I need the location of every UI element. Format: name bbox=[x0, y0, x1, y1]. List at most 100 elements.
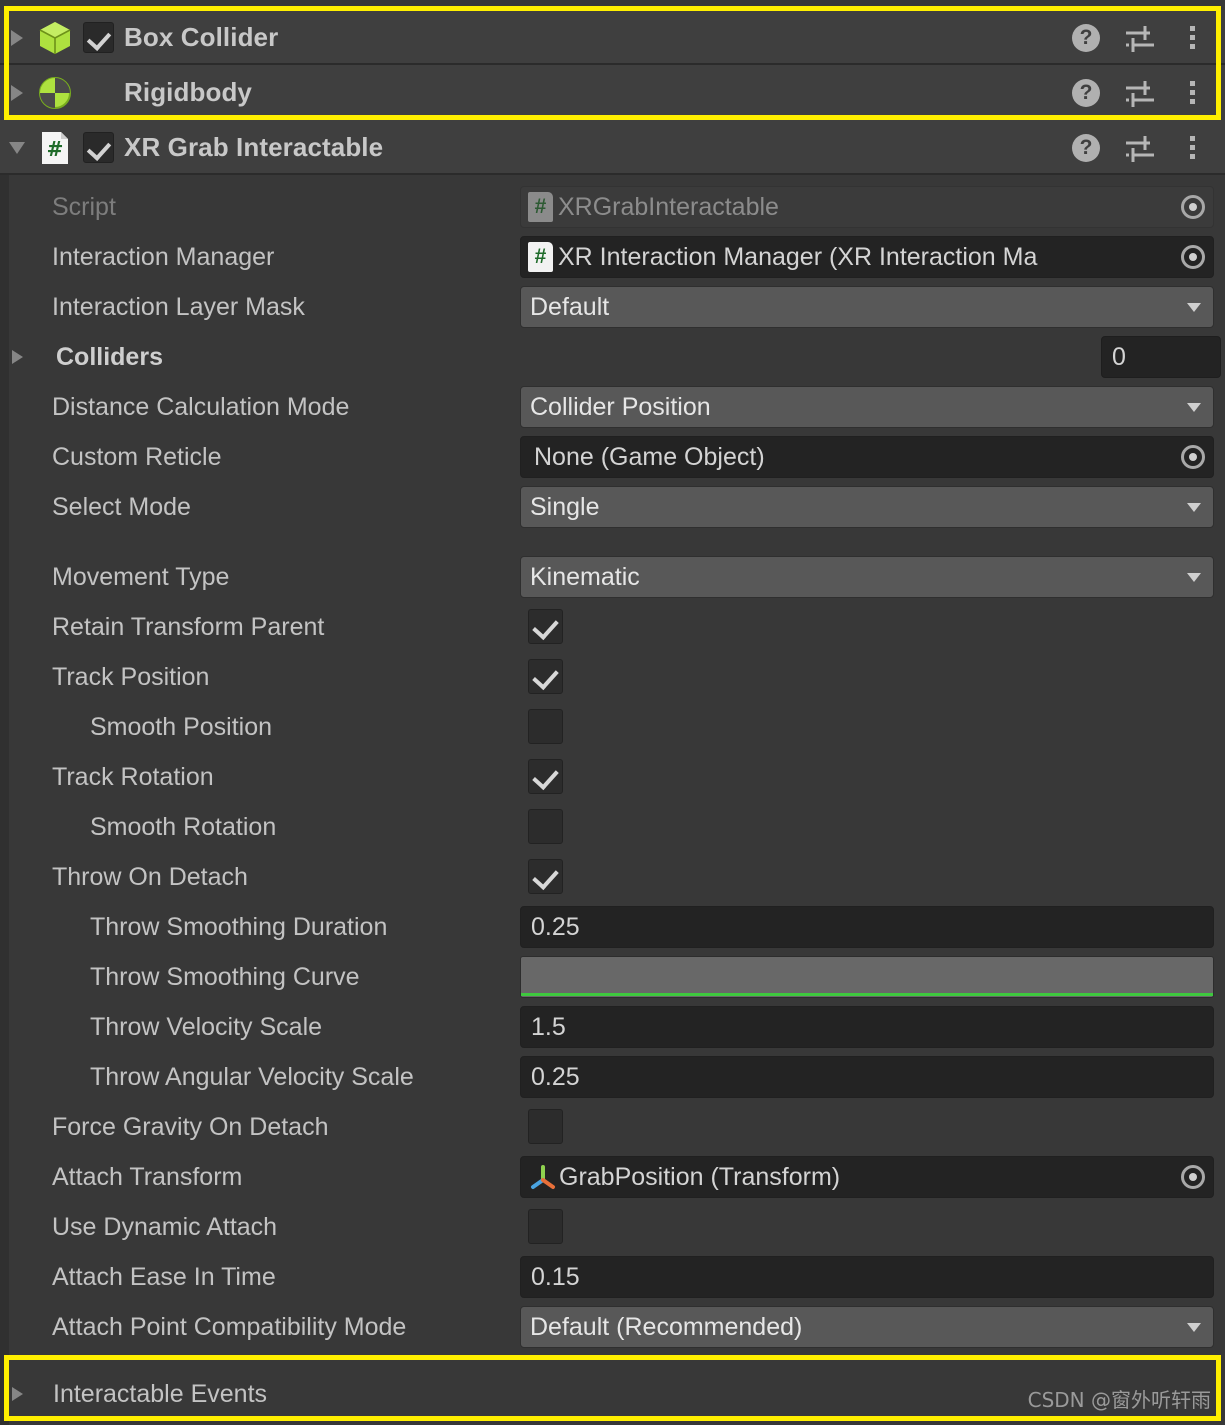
movement-type-dropdown[interactable]: Kinematic bbox=[520, 556, 1214, 598]
custom-reticle-field[interactable]: None (Game Object) bbox=[520, 436, 1214, 478]
property-label: Interaction Layer Mask bbox=[52, 292, 305, 321]
more-menu-icon[interactable] bbox=[1182, 79, 1203, 106]
select-mode-dropdown[interactable]: Single bbox=[520, 486, 1214, 528]
component-tools-rigidbody: ? bbox=[1072, 78, 1225, 108]
property-row-track-position: Track Position bbox=[9, 652, 1225, 702]
foldout-rigidbody[interactable] bbox=[0, 65, 34, 120]
unity-inspector-panel: Box Collider ? Rigidbody ? # XR Grab Int… bbox=[0, 0, 1225, 1425]
component-header-box-collider[interactable]: Box Collider ? bbox=[0, 10, 1225, 65]
property-row-custom-reticle: Custom Reticle None (Game Object) bbox=[9, 432, 1225, 482]
property-label: Attach Point Compatibility Mode bbox=[52, 1312, 407, 1341]
property-label: Throw On Detach bbox=[52, 862, 248, 891]
animation-curve-preview[interactable] bbox=[520, 956, 1214, 998]
track-rotation-checkbox[interactable] bbox=[528, 759, 563, 794]
more-menu-icon[interactable] bbox=[1182, 24, 1203, 51]
smooth-position-checkbox[interactable] bbox=[528, 709, 563, 744]
throw-smoothing-duration-input[interactable]: 0.25 bbox=[520, 906, 1214, 948]
distance-calculation-mode-dropdown[interactable]: Collider Position bbox=[520, 386, 1214, 428]
script-field-value: XRGrabInteractable bbox=[558, 192, 779, 221]
property-row-throw-smoothing-duration: Throw Smoothing Duration 0.25 bbox=[9, 902, 1225, 952]
chevron-down-icon bbox=[1187, 502, 1201, 512]
interaction-manager-field[interactable]: # XR Interaction Manager (XR Interaction… bbox=[520, 236, 1214, 278]
movement-type-value: Kinematic bbox=[530, 562, 640, 591]
box-collider-icon bbox=[34, 20, 76, 56]
throw-on-detach-checkbox[interactable] bbox=[528, 859, 563, 894]
interaction-layer-mask-dropdown[interactable]: Default bbox=[520, 286, 1214, 328]
property-label: Movement Type bbox=[52, 562, 230, 591]
property-label: Force Gravity On Detach bbox=[52, 1112, 329, 1141]
help-icon[interactable]: ? bbox=[1072, 78, 1100, 107]
object-picker-icon[interactable] bbox=[1175, 239, 1211, 275]
property-label: Use Dynamic Attach bbox=[52, 1212, 278, 1241]
property-label: Throw Smoothing Duration bbox=[90, 912, 388, 941]
property-row-distance-calculation-mode: Distance Calculation Mode Collider Posit… bbox=[9, 382, 1225, 432]
preset-icon[interactable] bbox=[1124, 23, 1158, 53]
script-field: # XRGrabInteractable bbox=[520, 186, 1214, 228]
property-row-retain-transform-parent: Retain Transform Parent bbox=[9, 602, 1225, 652]
throw-angular-velocity-scale-input[interactable]: 0.25 bbox=[520, 1056, 1214, 1098]
attach-transform-value: GrabPosition (Transform) bbox=[559, 1162, 841, 1191]
chevron-down-icon bbox=[1187, 302, 1201, 312]
csdn-watermark: CSDN @窗外听轩雨 bbox=[1027, 1388, 1211, 1412]
property-row-attach-transform: Attach Transform GrabPosition (Transform… bbox=[9, 1152, 1225, 1202]
property-row-movement-type: Movement Type Kinematic bbox=[9, 552, 1225, 602]
foldout-xr-grab-interactable[interactable] bbox=[0, 120, 34, 175]
property-label: Throw Velocity Scale bbox=[90, 1012, 323, 1041]
throw-smoothing-curve-field[interactable] bbox=[520, 956, 1214, 998]
attach-transform-field[interactable]: GrabPosition (Transform) bbox=[520, 1156, 1214, 1198]
preset-icon[interactable] bbox=[1124, 133, 1158, 163]
component-title: Rigidbody bbox=[124, 77, 252, 107]
property-label: Attach Transform bbox=[52, 1162, 243, 1191]
retain-transform-parent-checkbox[interactable] bbox=[528, 609, 563, 644]
force-gravity-on-detach-checkbox[interactable] bbox=[528, 1109, 563, 1144]
property-row-track-rotation: Track Rotation bbox=[9, 752, 1225, 802]
property-label: Track Rotation bbox=[52, 762, 214, 791]
rigidbody-icon bbox=[34, 76, 76, 110]
property-label: Smooth Rotation bbox=[90, 812, 277, 841]
property-row-select-mode: Select Mode Single bbox=[9, 482, 1225, 532]
custom-reticle-value: None (Game Object) bbox=[534, 442, 765, 471]
interaction-manager-value: XR Interaction Manager (XR Interaction M… bbox=[558, 242, 1038, 271]
throw-velocity-scale-input[interactable]: 1.5 bbox=[520, 1006, 1214, 1048]
foldout-interactable-events[interactable] bbox=[0, 1368, 34, 1420]
track-position-checkbox[interactable] bbox=[528, 659, 563, 694]
smooth-rotation-checkbox[interactable] bbox=[528, 809, 563, 844]
property-label: Custom Reticle bbox=[52, 442, 222, 471]
chevron-down-icon bbox=[1187, 1322, 1201, 1332]
enable-checkbox-xr-grab-interactable[interactable] bbox=[76, 132, 120, 163]
colliders-size-value: 0 bbox=[1112, 342, 1126, 371]
object-picker-icon bbox=[1175, 189, 1211, 225]
property-label: Interactable Events bbox=[53, 1379, 268, 1408]
property-row-colliders[interactable]: Colliders 0 bbox=[9, 332, 1225, 382]
property-row-interaction-layer-mask: Interaction Layer Mask Default bbox=[9, 282, 1225, 332]
script-icon: # bbox=[34, 130, 76, 166]
curve-line bbox=[521, 993, 1213, 996]
help-icon[interactable]: ? bbox=[1072, 23, 1100, 52]
colliders-size-field[interactable]: 0 bbox=[1101, 336, 1221, 378]
more-menu-icon[interactable] bbox=[1182, 134, 1203, 161]
throw-velocity-scale-value: 1.5 bbox=[531, 1012, 566, 1041]
property-row-throw-smoothing-curve: Throw Smoothing Curve bbox=[9, 952, 1225, 1002]
component-header-rigidbody[interactable]: Rigidbody ? bbox=[0, 65, 1225, 120]
object-picker-icon[interactable] bbox=[1175, 1159, 1211, 1195]
property-row-smooth-position: Smooth Position bbox=[9, 702, 1225, 752]
attach-ease-in-time-input[interactable]: 0.15 bbox=[520, 1256, 1214, 1298]
object-picker-icon[interactable] bbox=[1175, 439, 1211, 475]
distance-calculation-mode-value: Collider Position bbox=[530, 392, 711, 421]
foldout-box-collider[interactable] bbox=[0, 10, 34, 65]
transform-gizmo-icon bbox=[531, 1165, 555, 1189]
attach-point-compatibility-mode-dropdown[interactable]: Default (Recommended) bbox=[520, 1306, 1214, 1348]
foldout-colliders[interactable] bbox=[0, 332, 34, 382]
property-row-smooth-rotation: Smooth Rotation bbox=[9, 802, 1225, 852]
use-dynamic-attach-checkbox[interactable] bbox=[528, 1209, 563, 1244]
preset-icon[interactable] bbox=[1124, 78, 1158, 108]
select-mode-value: Single bbox=[530, 492, 600, 521]
property-row-throw-angular-velocity-scale: Throw Angular Velocity Scale 0.25 bbox=[9, 1052, 1225, 1102]
enable-checkbox-box-collider[interactable] bbox=[76, 22, 120, 53]
component-header-xr-grab-interactable[interactable]: # XR Grab Interactable ? bbox=[0, 120, 1225, 175]
property-label: Select Mode bbox=[52, 492, 191, 521]
help-icon[interactable]: ? bbox=[1072, 133, 1100, 162]
component-tools-xr-grab-interactable: ? bbox=[1072, 133, 1225, 163]
property-label: Distance Calculation Mode bbox=[52, 392, 350, 421]
attach-ease-in-time-value: 0.15 bbox=[531, 1262, 580, 1291]
